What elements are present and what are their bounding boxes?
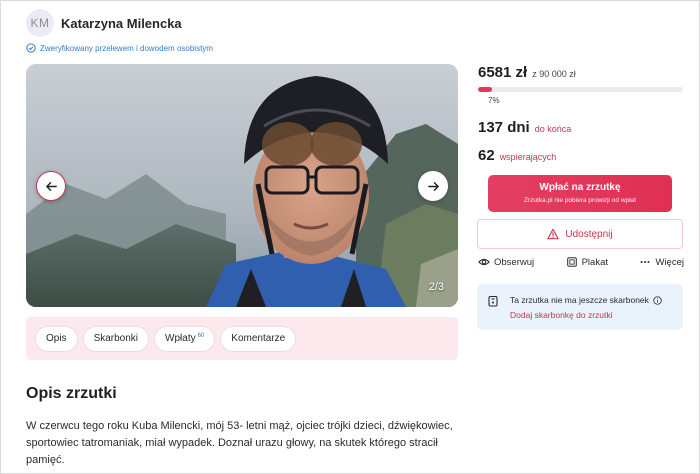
check-circle-icon <box>26 43 36 53</box>
avatar[interactable]: KM <box>26 9 54 37</box>
eye-icon <box>478 258 490 266</box>
days-row: 137 dni do końca <box>478 119 571 136</box>
tab-opis[interactable]: Opis <box>36 326 77 351</box>
amount-row: 6581 zł z 90 000 zł <box>478 64 576 81</box>
poster-button[interactable]: Plakat <box>566 256 608 268</box>
donate-button-label: Wpłać na zrzutkę <box>539 182 621 193</box>
verified-text: Zweryfikowany przelewem i dowodem osobis… <box>40 43 213 53</box>
piggybank-icon <box>488 295 498 307</box>
more-dots-icon <box>641 260 650 264</box>
gallery-prev-button[interactable] <box>36 171 66 201</box>
tab-wplaty[interactable]: Wpłaty 60 <box>155 326 215 351</box>
share-button[interactable]: Udostępnij <box>477 219 683 249</box>
supporters-label: wspierających <box>499 152 557 162</box>
days-left: 137 dni <box>478 119 530 136</box>
warning-triangle-icon <box>547 228 560 240</box>
tab-badge: 60 <box>197 332 205 339</box>
tab-komentarze[interactable]: Komentarze <box>221 326 296 351</box>
raised-amount: 6581 zł <box>478 64 528 81</box>
secondary-actions: Obserwuj Plakat Więcej <box>478 256 684 268</box>
tabs-bar: Opis Skarbonki Wpłaty 60 Komentarze <box>26 317 458 360</box>
more-label: Więcej <box>655 256 684 268</box>
arrow-left-icon <box>45 181 57 191</box>
supporters-count: 62 <box>478 147 495 164</box>
progress-bar <box>478 87 683 92</box>
tab-label: Komentarze <box>231 333 286 344</box>
goal-amount: z 90 000 zł <box>532 69 576 79</box>
donate-button-sublabel: Zrzutka.pl nie pobiera prowizji od wpłat <box>524 197 636 204</box>
observe-button[interactable]: Obserwuj <box>478 256 534 268</box>
observe-label: Obserwuj <box>494 256 535 268</box>
progress-percent: 7% <box>488 96 500 105</box>
arrow-right-icon <box>427 181 439 191</box>
tab-label: Wpłaty <box>165 333 196 344</box>
add-piggybank-link[interactable]: Dodaj skarbonkę do zrzutki <box>510 310 613 320</box>
piggybank-title: Ta zrzutka nie ma jeszcze skarbonek <box>510 295 662 305</box>
verified-badge: Zweryfikowany przelewem i dowodem osobis… <box>26 43 213 53</box>
piggybank-info-card: Ta zrzutka nie ma jeszcze skarbonek Doda… <box>477 284 683 330</box>
piggybank-title-text: Ta zrzutka nie ma jeszcze skarbonek <box>510 295 649 305</box>
share-button-label: Udostępnij <box>565 228 613 240</box>
poster-icon <box>566 257 577 267</box>
photo-image <box>26 64 458 307</box>
description-title: Opis zrzutki <box>26 385 117 402</box>
gallery-next-button[interactable] <box>418 171 448 201</box>
poster-label: Plakat <box>581 256 608 268</box>
tab-skarbonki[interactable]: Skarbonki <box>83 326 149 351</box>
more-button[interactable]: Więcej <box>639 256 684 268</box>
gallery-counter: 2/3 <box>428 281 444 293</box>
author-name[interactable]: Katarzyna Milencka <box>61 16 182 31</box>
days-left-label: do końca <box>534 124 572 134</box>
description-text: W czerwcu tego roku Kuba Milencki, mój 5… <box>26 420 453 466</box>
tab-label: Opis <box>46 333 67 344</box>
tab-label: Skarbonki <box>93 333 139 344</box>
info-icon[interactable] <box>653 295 662 305</box>
supporters-row[interactable]: 62 wspierających <box>478 147 556 164</box>
donate-button[interactable]: Wpłać na zrzutkę Zrzutka.pl nie pobiera … <box>488 175 672 212</box>
progress-fill <box>478 87 493 92</box>
campaign-photo[interactable]: 2/3 <box>26 64 458 307</box>
